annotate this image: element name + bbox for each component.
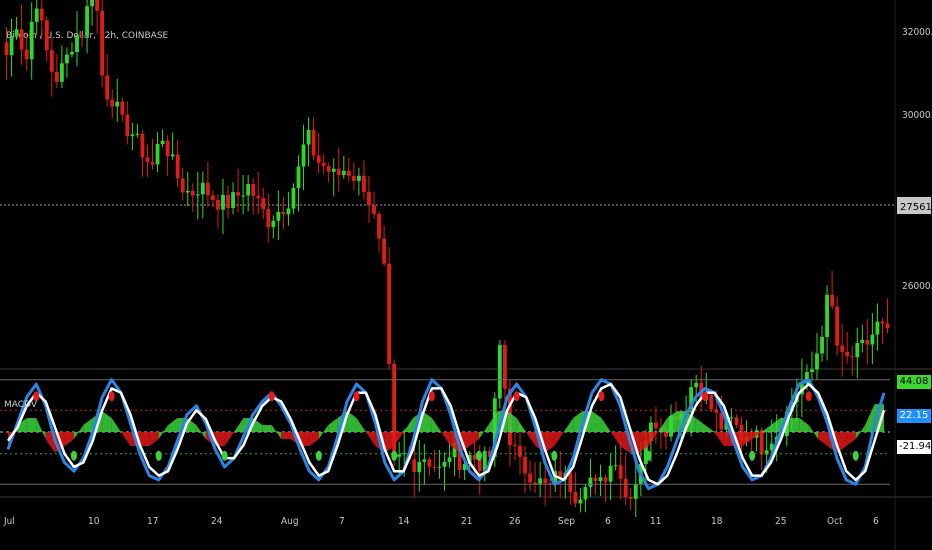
buy-signal-dot	[315, 450, 322, 461]
buy-signal-dot	[70, 450, 77, 461]
macdv-value-tag-2: 22.15	[897, 409, 931, 423]
sell-signal-dot	[353, 391, 360, 402]
time-tick-label: Sep	[558, 516, 575, 527]
histogram-segment	[281, 432, 291, 439]
time-tick-label: 24	[211, 516, 223, 527]
time-tick-label: 17	[147, 516, 158, 527]
indicator-name[interactable]: MACDV	[4, 400, 38, 410]
candle	[392, 359, 397, 467]
time-tick-label: Oct	[827, 516, 843, 527]
time-tick-label: 6	[873, 516, 879, 527]
candle	[100, 0, 105, 88]
buy-signal-dot	[475, 450, 482, 461]
buy-signal-dot	[155, 450, 162, 461]
time-tick-label: 18	[711, 516, 723, 527]
macdv-value-tag-1: 44.08	[897, 375, 931, 389]
buy-signal-dot	[852, 450, 859, 461]
price-tick-label: 32000.00	[902, 27, 932, 38]
buy-signal-dot	[391, 450, 398, 461]
histogram-segment	[26, 418, 37, 432]
buy-signal-dot	[221, 450, 228, 461]
time-tick-label: 25	[775, 516, 786, 527]
buy-signal-dot	[749, 450, 756, 461]
sell-signal-dot	[108, 391, 115, 402]
buy-signal-dot	[551, 450, 558, 461]
price-tick-label: 26000.00	[902, 281, 932, 292]
price-tick-label: 30000.00	[902, 110, 932, 121]
sell-signal-dot	[702, 391, 709, 402]
time-tick-label: 14	[398, 516, 410, 527]
histogram-segment	[139, 432, 150, 446]
price-chart[interactable]: Bitcoin / U.S. Dollar, 12h, COINBASE 320…	[0, 0, 932, 550]
sell-signal-dot	[513, 391, 520, 402]
last-price-label: 27561.35	[900, 202, 932, 213]
time-tick-label: 26	[509, 516, 521, 527]
buy-signal-dot	[645, 450, 652, 461]
macdv-value-tag-3: -21.94	[897, 440, 932, 454]
time-tick-label: 11	[650, 516, 661, 527]
histogram-segment	[262, 425, 272, 432]
time-tick-label: 6	[605, 516, 611, 527]
candle	[497, 339, 502, 409]
sell-signal-dot	[268, 391, 275, 402]
sell-signal-dot	[805, 391, 812, 402]
time-tick-label: 7	[339, 516, 345, 527]
time-tick-label: 10	[88, 516, 100, 527]
sell-signal-dot	[598, 391, 605, 402]
candle	[387, 247, 392, 369]
time-tick-label: Jul	[3, 516, 15, 527]
sell-signal-dot	[428, 391, 435, 402]
time-tick-label: 21	[461, 516, 472, 527]
time-tick-label: Aug	[281, 516, 299, 527]
histogram-segment	[789, 418, 800, 432]
